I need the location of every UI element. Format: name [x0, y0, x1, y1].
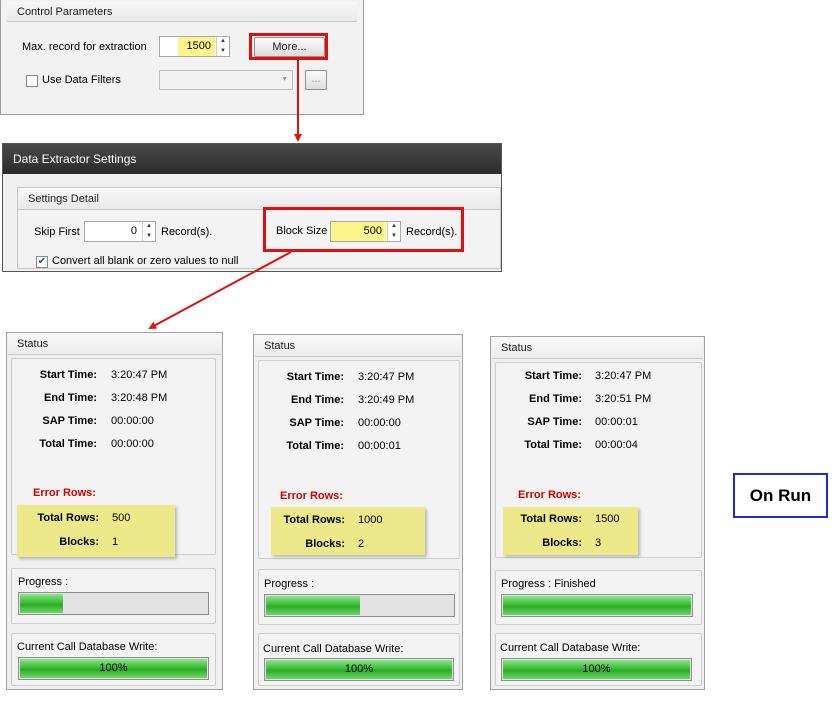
connector-arrows: [148, 60, 302, 329]
arrow-settings-to-status: [148, 251, 292, 329]
